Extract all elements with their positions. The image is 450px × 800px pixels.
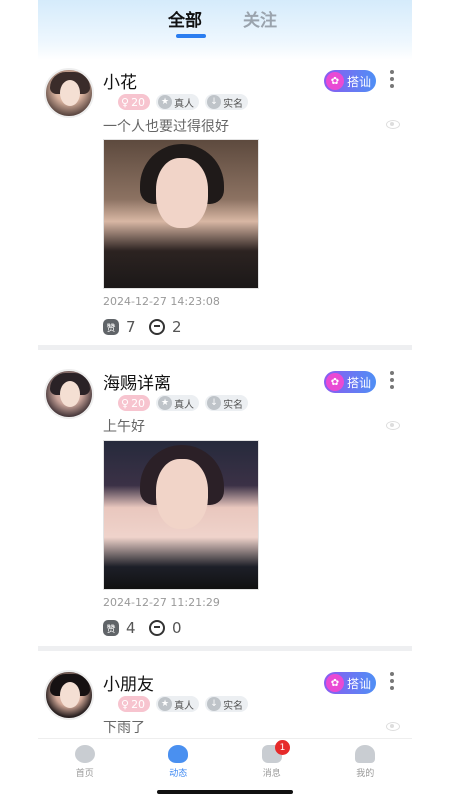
female-icon: ♀ (121, 396, 130, 410)
comment-count: 0 (172, 619, 182, 637)
like-count: 7 (126, 318, 136, 336)
comment-icon (149, 319, 165, 335)
star-icon: ★ (158, 396, 173, 410)
verified-icon: ↓ (207, 396, 222, 410)
post-timestamp: 2024-12-27 14:23:08 (103, 295, 220, 308)
like-icon: 赞 (103, 319, 119, 335)
post-text: 上午好 (103, 419, 145, 435)
hidden-eye-icon[interactable] (386, 120, 400, 129)
heart-cloud-icon (168, 745, 189, 763)
chat-up-button[interactable]: ✿ 搭讪 (324, 70, 376, 92)
tab-messages[interactable]: 1 消息 (225, 739, 319, 788)
user-icon (355, 745, 376, 763)
more-options-icon[interactable] (388, 70, 396, 88)
tab-moments[interactable]: 动态 (132, 739, 226, 788)
star-icon: ★ (158, 697, 173, 711)
tab-follow[interactable]: 关注 (243, 6, 277, 31)
real-person-badge: ★ 真人 (156, 395, 200, 411)
username[interactable]: 小朋友 (103, 670, 154, 695)
tab-all[interactable]: 全部 (168, 6, 202, 31)
star-icon: ★ (158, 95, 173, 109)
verified-icon: ↓ (207, 697, 222, 711)
notification-badge: 1 (275, 740, 290, 755)
tab-indicator (176, 34, 206, 38)
like-icon: 赞 (103, 620, 119, 636)
divider (38, 345, 412, 350)
like-button[interactable]: 赞7 (103, 318, 136, 336)
comment-button[interactable]: 2 (149, 318, 182, 336)
chat-up-button[interactable]: ✿ 搭讪 (324, 371, 376, 393)
avatar[interactable] (44, 68, 94, 118)
planet-icon (74, 745, 95, 763)
comment-icon (149, 620, 165, 636)
post-text: 一个人也要过得很好 (103, 119, 229, 135)
header: 全部 关注 (38, 0, 412, 60)
hidden-eye-icon[interactable] (386, 722, 400, 731)
real-person-badge: ★ 真人 (156, 696, 200, 712)
chat-up-button[interactable]: ✿ 搭讪 (324, 672, 376, 694)
tab-me[interactable]: 我的 (319, 739, 413, 788)
username[interactable]: 海赐详离 (103, 369, 171, 394)
bottom-tab-bar: 首页 动态 1 消息 我的 (38, 738, 412, 788)
chat-icon: ✿ (326, 72, 344, 90)
female-icon: ♀ (121, 697, 130, 711)
username[interactable]: 小花 (103, 68, 137, 93)
comment-count: 2 (172, 318, 182, 336)
age-badge: ♀ 20 (118, 94, 151, 110)
verified-badge: ↓ 实名 (205, 94, 249, 110)
more-options-icon[interactable] (388, 371, 396, 389)
verified-badge: ↓ 实名 (205, 696, 249, 712)
like-count: 4 (126, 619, 136, 637)
chat-icon: ✿ (326, 674, 344, 692)
divider (38, 646, 412, 651)
comment-button[interactable]: 0 (149, 619, 182, 637)
like-button[interactable]: 赞4 (103, 619, 136, 637)
post-text: 下雨了 (103, 720, 145, 736)
post-photo[interactable] (103, 139, 259, 289)
age-badge: ♀ 20 (118, 395, 151, 411)
more-options-icon[interactable] (388, 672, 396, 690)
hidden-eye-icon[interactable] (386, 421, 400, 430)
post-timestamp: 2024-12-27 11:21:29 (103, 596, 220, 609)
user-badges: ♀ 20 ★ 真人 ↓ 实名 (118, 696, 249, 712)
avatar[interactable] (44, 369, 94, 419)
tab-home[interactable]: 首页 (38, 739, 132, 788)
chat-icon: ✿ (326, 373, 344, 391)
age-badge: ♀ 20 (118, 696, 151, 712)
verified-badge: ↓ 实名 (205, 395, 249, 411)
feed[interactable]: 全部 关注 小花 ♀ 20 ★ 真人 ↓ 实名 ✿ 搭讪 一个人也要过得很好 2… (38, 0, 412, 738)
female-icon: ♀ (121, 95, 130, 109)
post-photo[interactable] (103, 440, 259, 590)
avatar[interactable] (44, 670, 94, 720)
home-indicator[interactable] (157, 790, 293, 794)
real-person-badge: ★ 真人 (156, 94, 200, 110)
user-badges: ♀ 20 ★ 真人 ↓ 实名 (118, 395, 249, 411)
app-screen: 全部 关注 小花 ♀ 20 ★ 真人 ↓ 实名 ✿ 搭讪 一个人也要过得很好 2… (0, 0, 450, 800)
verified-icon: ↓ (207, 95, 222, 109)
user-badges: ♀ 20 ★ 真人 ↓ 实名 (118, 94, 249, 110)
